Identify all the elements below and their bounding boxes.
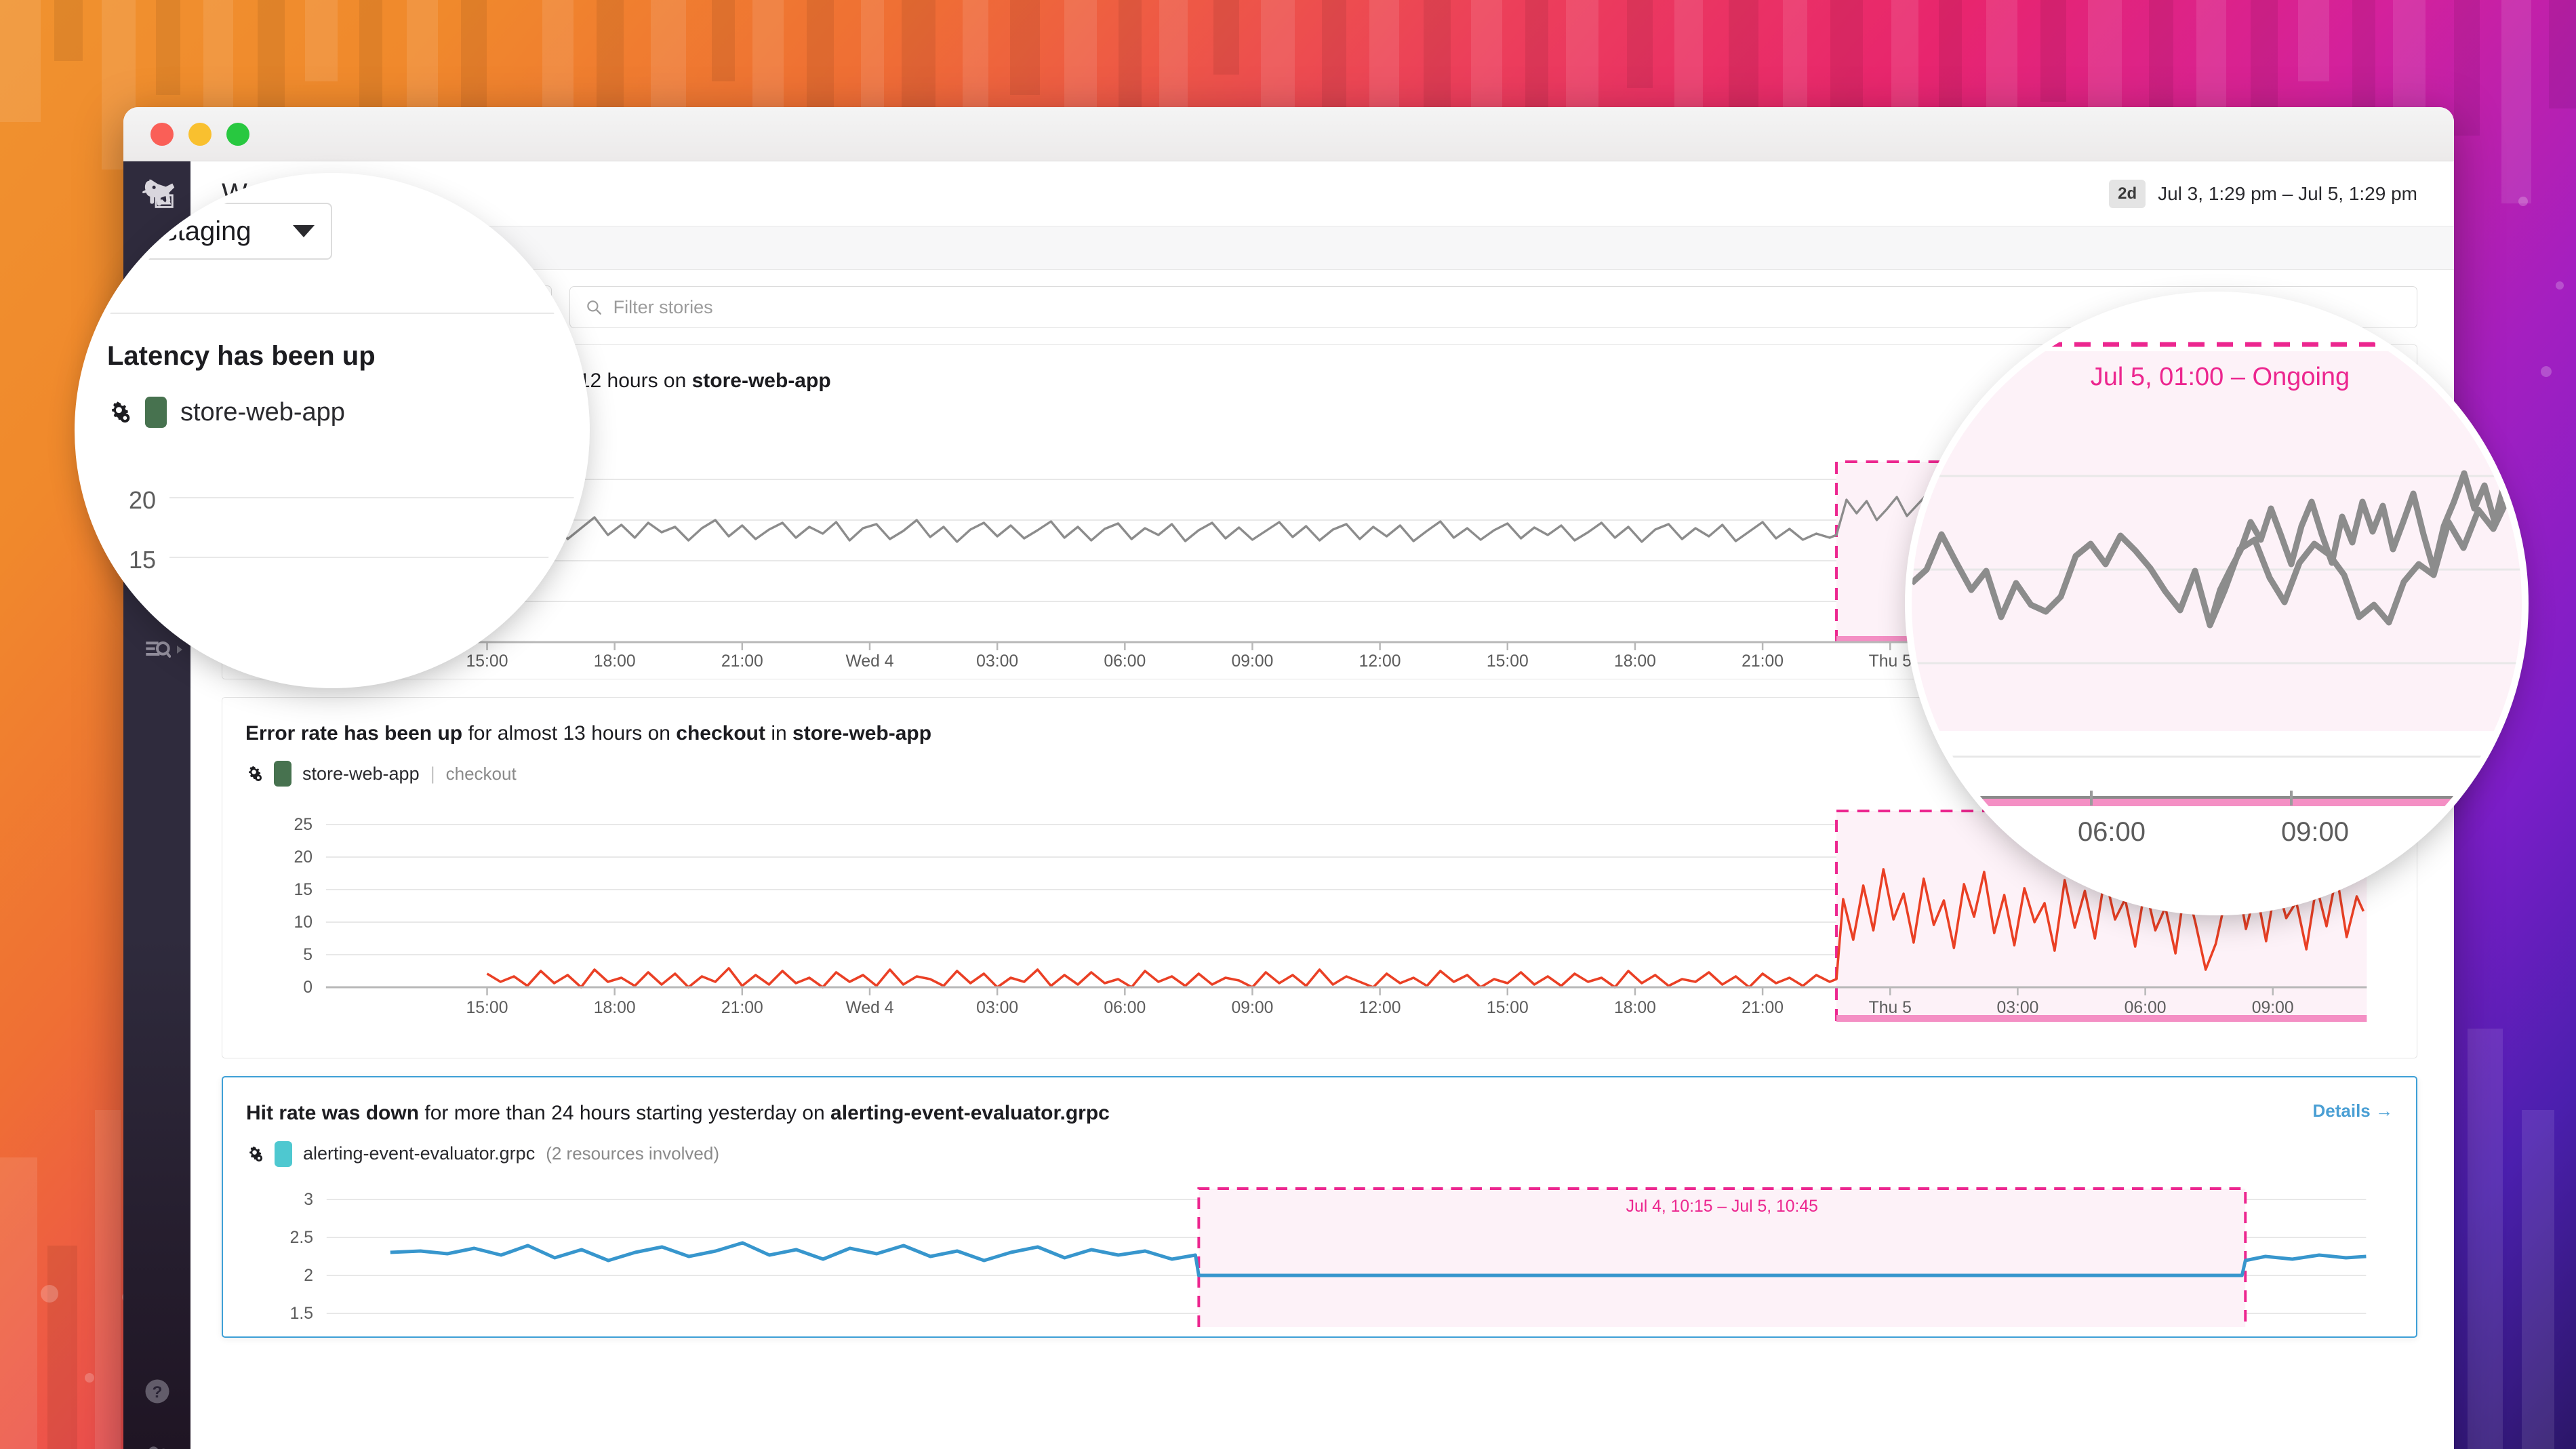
svg-text:09:00: 09:00 [1232, 998, 1274, 1017]
service-color-swatch [274, 761, 291, 787]
scope-selector[interactable]: env:staging [95, 203, 332, 260]
resource-count-note: (2 resources involved) [546, 1143, 719, 1164]
svg-text:1.5: 1.5 [290, 1303, 313, 1322]
story-meta-hit-rate: alerting-event-evaluator.grpc (2 resourc… [246, 1140, 2393, 1167]
svg-text:5: 5 [303, 945, 313, 964]
svg-text:18:00: 18:00 [1614, 998, 1656, 1017]
service-name: store-web-app [302, 763, 420, 784]
svg-text:09:00: 09:00 [2252, 998, 2294, 1017]
gears-icon [249, 766, 262, 782]
search-icon [586, 300, 601, 315]
service-color-swatch [275, 1140, 292, 1167]
svg-text:0: 0 [303, 978, 313, 997]
svg-text:09:00: 09:00 [1232, 651, 1274, 669]
story-title-rest: for almost 13 hours on [462, 721, 677, 745]
svg-text:Thu 5: Thu 5 [1869, 651, 1912, 669]
story-title-target: store-web-app [691, 370, 831, 392]
svg-text:12:00: 12:00 [1359, 651, 1401, 669]
svg-text:2.5: 2.5 [290, 1227, 313, 1246]
svg-text:12:00: 12:00 [1359, 998, 1401, 1017]
details-link[interactable]: Details → [2313, 1100, 2394, 1122]
window-minimize-button[interactable] [188, 122, 212, 146]
magnified-anomaly-label: Jul 5, 01:00 – Ongoing [2091, 363, 2350, 391]
svg-text:06:00: 06:00 [2125, 998, 2167, 1017]
resource-name: checkout [445, 763, 517, 784]
svg-text:15: 15 [294, 880, 313, 899]
scope-selector-value: env:staging [113, 216, 251, 246]
svg-text:15:00: 15:00 [1487, 651, 1529, 669]
svg-text:21:00: 21:00 [1742, 651, 1784, 669]
svg-text:03:00: 03:00 [976, 998, 1018, 1017]
svg-text:18:00: 18:00 [594, 651, 636, 669]
svg-text:06:00: 06:00 [1104, 998, 1146, 1017]
sidebar-bottom-group: ? [123, 1359, 190, 1449]
svg-text:3: 3 [304, 1189, 313, 1208]
svg-text:Thu 5: Thu 5 [1869, 998, 1912, 1017]
window-maximize-button[interactable] [226, 122, 249, 146]
story-title-rest2: in [765, 721, 793, 745]
help-icon[interactable]: ? [123, 1359, 190, 1424]
svg-text:15:00: 15:00 [1487, 998, 1529, 1017]
story-title-bold: Error rate has been up [245, 721, 463, 745]
gears-icon [112, 401, 130, 423]
magnified-story-title: Latency has been up [107, 341, 376, 371]
story-title-bold: Hit rate was down [246, 1102, 420, 1124]
story-title-mid: checkout [676, 721, 765, 745]
hit-rate-chart: Jul 4, 10:15 – Jul 5, 10:45 3 2.5 2 1.5 [246, 1185, 2393, 1327]
svg-text:?: ? [152, 1383, 162, 1402]
story-title-target: alerting-event-evaluator.grpc [830, 1102, 1110, 1124]
story-title-hit-rate: Hit rate was down for more than 24 hours… [246, 1100, 1110, 1126]
svg-text:21:00: 21:00 [721, 998, 763, 1017]
svg-text:Wed 4: Wed 4 [845, 651, 893, 669]
time-range-badge: 2d [2109, 179, 2146, 208]
service-color-swatch [145, 397, 167, 428]
svg-text:09:00: 09:00 [2281, 817, 2349, 847]
magnified-ytick-20: 20 [129, 486, 157, 514]
anomaly-label-hit-rate: Jul 4, 10:15 – Jul 5, 10:45 [1626, 1196, 1818, 1215]
magnified-ytick-15: 15 [129, 546, 157, 574]
svg-text:21:00: 21:00 [1742, 998, 1784, 1017]
svg-text:10: 10 [294, 913, 313, 932]
service-name: alerting-event-evaluator.grpc [303, 1143, 536, 1164]
story-title-error-rate: Error rate has been up for almost 13 hou… [245, 721, 931, 747]
scope-selector-magnifier: env:staging Latency has been up store-we… [81, 180, 583, 681]
svg-text:06:00: 06:00 [2078, 817, 2146, 847]
svg-text:00: 00 [1924, 817, 1954, 847]
svg-text:18:00: 18:00 [1614, 651, 1656, 669]
svg-text:03:00: 03:00 [1996, 998, 2038, 1017]
time-range-label: Jul 3, 1:29 pm – Jul 5, 1:29 pm [2158, 182, 2417, 204]
story-title-target: store-web-app [792, 721, 932, 745]
svg-text:Wed 4: Wed 4 [845, 998, 893, 1017]
time-range-picker[interactable]: 2d Jul 3, 1:29 pm – Jul 5, 1:29 pm [2109, 179, 2417, 208]
svg-text:15:00: 15:00 [466, 998, 508, 1017]
svg-text:20: 20 [294, 848, 313, 867]
svg-text:21:00: 21:00 [721, 651, 763, 669]
svg-text:25: 25 [294, 815, 313, 834]
window-titlebar [123, 107, 2454, 161]
svg-text:18:00: 18:00 [594, 998, 636, 1017]
svg-text:2: 2 [304, 1265, 313, 1284]
gears-icon [249, 1146, 263, 1162]
service-name: store-web-app [180, 397, 345, 426]
svg-text:03:00: 03:00 [976, 651, 1018, 669]
team-users-icon[interactable] [123, 1424, 190, 1449]
svg-text:06:00: 06:00 [1104, 651, 1146, 669]
story-card-hit-rate[interactable]: Hit rate was down for more than 24 hours… [222, 1076, 2417, 1338]
magnified-story-meta: store-web-app [107, 397, 345, 428]
chevron-down-icon [293, 225, 315, 237]
window-close-button[interactable] [150, 122, 174, 146]
latency-anomaly-magnifier: Jul 5, 01:00 – Ongoing 00 06:00 09:00 [1912, 298, 2522, 909]
meta-separator: | [430, 763, 435, 784]
story-title-rest: for more than 24 hours starting yesterda… [419, 1102, 831, 1124]
